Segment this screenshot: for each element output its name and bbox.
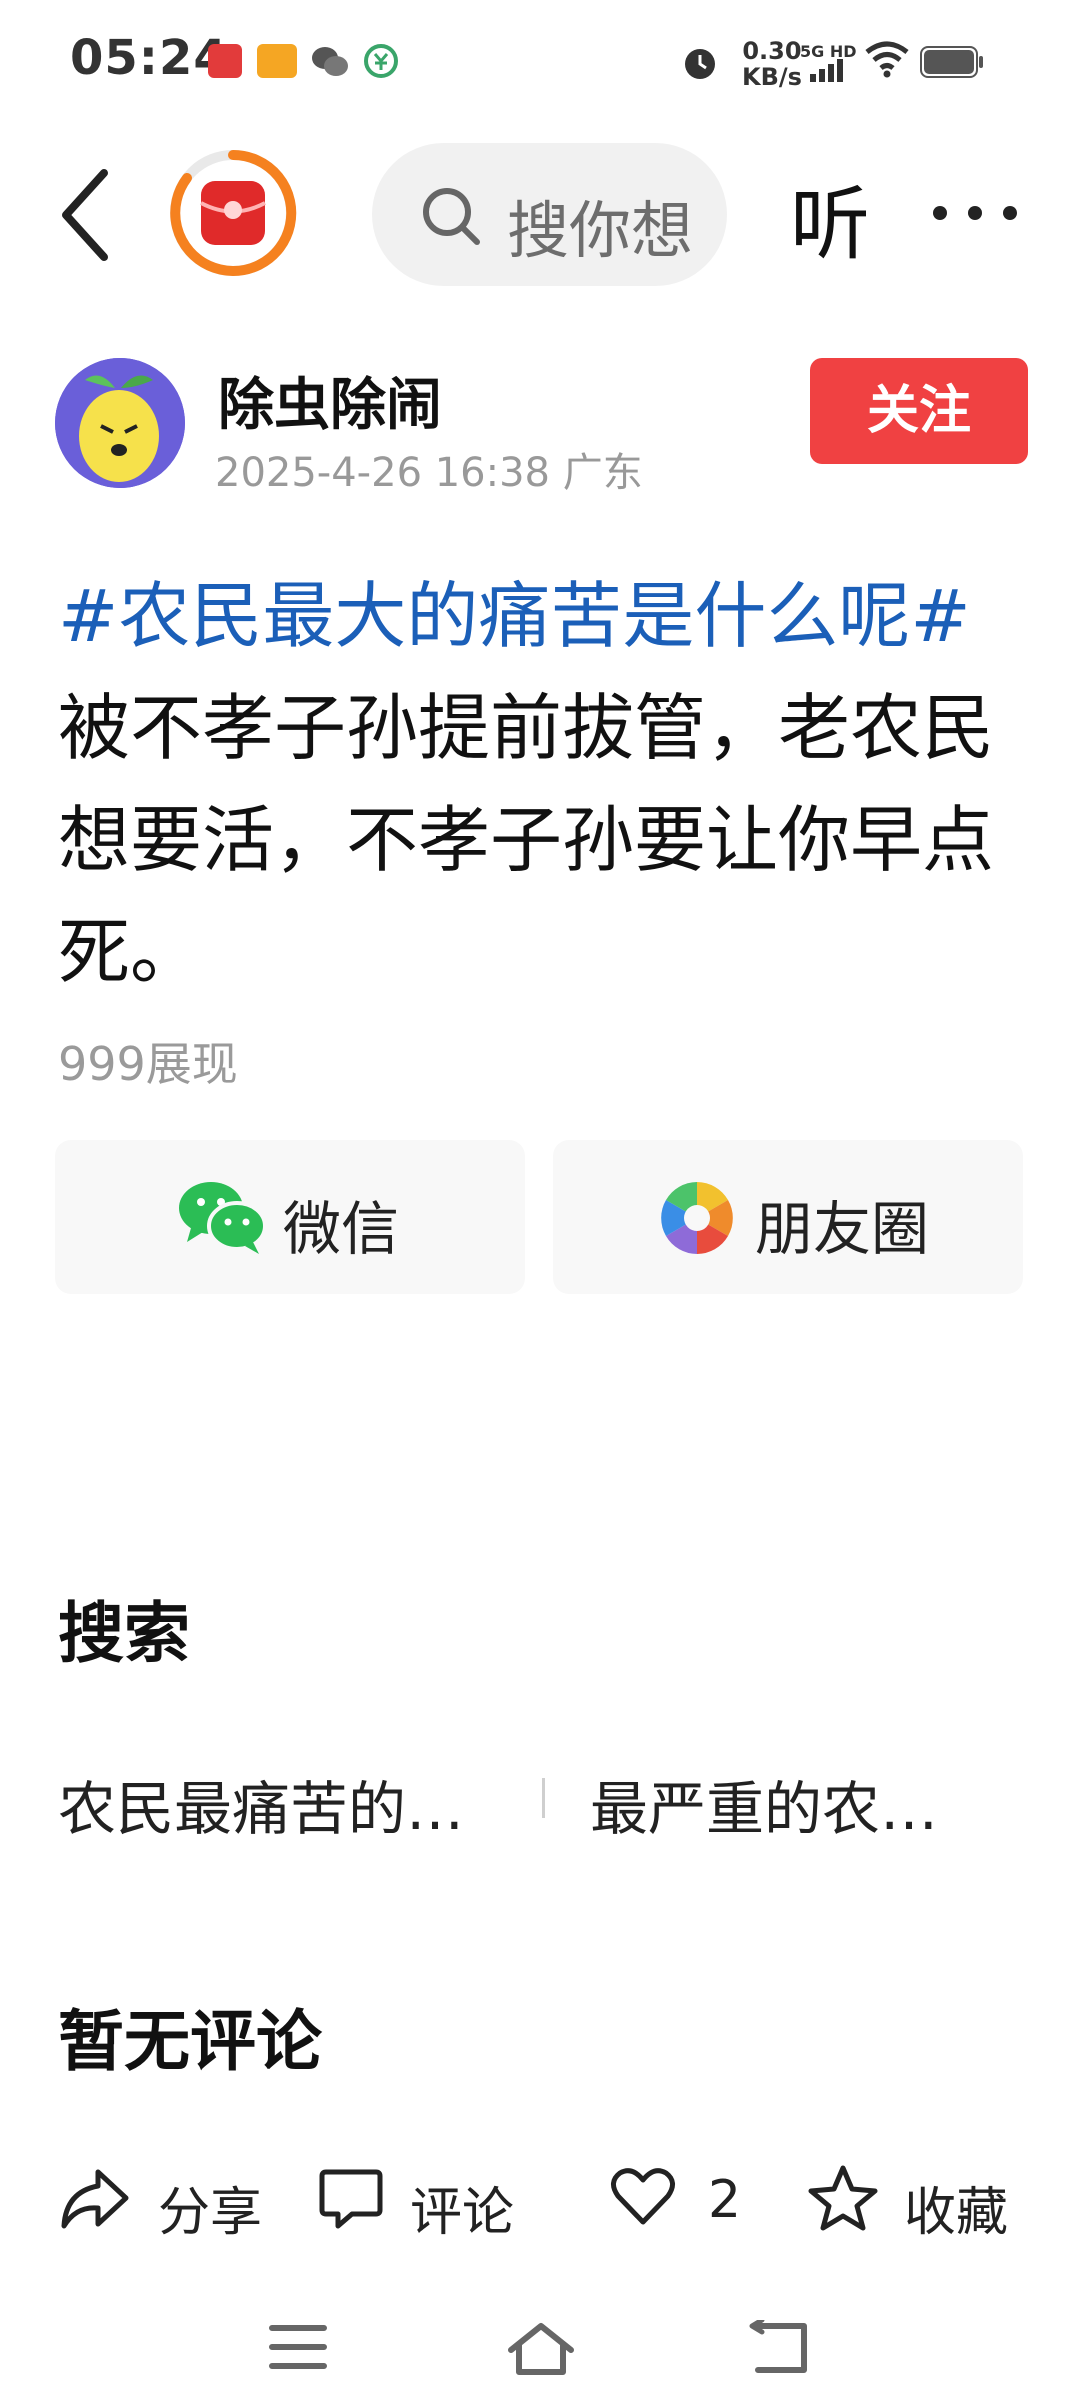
- menu-icon[interactable]: [268, 2320, 328, 2374]
- favorite-button[interactable]: 收藏: [808, 2160, 1028, 2243]
- heart-icon: [611, 2168, 675, 2225]
- like-button[interactable]: 2: [610, 2160, 760, 2240]
- search-suggestion[interactable]: 农民最痛苦的…: [58, 1762, 464, 1846]
- net-speed-value: 0.30: [742, 37, 802, 65]
- share-icon: [61, 2169, 129, 2229]
- search-section-title: 搜索: [58, 1595, 190, 1672]
- wechat-icon: [312, 47, 348, 76]
- like-count: 2: [708, 2170, 742, 2230]
- star-icon: [808, 2165, 878, 2231]
- comment-label: 评论: [410, 2183, 515, 2243]
- app-logo-icon[interactable]: [168, 148, 298, 278]
- post-meta: 2025-4-26 16:38 广东: [215, 450, 643, 496]
- search-input[interactable]: 搜你想: [372, 143, 727, 286]
- share-wechat-label: 微信: [283, 1195, 400, 1263]
- net-speed-unit: KB/s: [742, 63, 802, 91]
- more-icon[interactable]: [930, 168, 1020, 258]
- back-nav-icon[interactable]: [748, 2320, 812, 2376]
- battery-icon: [920, 46, 983, 78]
- toutiao-icon: [208, 44, 242, 78]
- signal-icon: [810, 59, 843, 82]
- wifi-icon: [865, 41, 909, 78]
- share-wechat-button[interactable]: 微信: [55, 1140, 525, 1294]
- video-app-icon: [257, 44, 297, 78]
- post-content: #农民最大的痛苦是什么呢# 被不孝子孙提前拔管，老农民想要活，不孝子孙要让你早点…: [58, 560, 1038, 1008]
- share-button[interactable]: 分享: [58, 2160, 278, 2243]
- post-hashtag[interactable]: #农民最大的痛苦是什么呢#: [58, 574, 971, 658]
- comment-button[interactable]: 评论: [318, 2160, 538, 2243]
- wechat-icon: [179, 1182, 267, 1254]
- comments-empty-title: 暂无评论: [58, 2003, 322, 2080]
- share-moments-label: 朋友圈: [755, 1195, 930, 1263]
- moments-icon: [661, 1182, 733, 1254]
- search-icon: [423, 188, 480, 245]
- suggestion-divider: [542, 1778, 545, 1818]
- back-icon[interactable]: [52, 165, 122, 265]
- status-time: 05:24: [70, 30, 228, 86]
- net-speed: 0.30 KB/s: [742, 38, 802, 90]
- payment-icon: [364, 44, 398, 78]
- favorite-label: 收藏: [904, 2183, 1009, 2243]
- comment-icon: [319, 2169, 383, 2229]
- listen-button[interactable]: 听: [790, 160, 870, 276]
- search-suggestion[interactable]: 最严重的农…: [590, 1762, 938, 1846]
- author-name[interactable]: 除虫除闹: [218, 360, 442, 441]
- view-count: 999展现: [58, 1037, 238, 1091]
- home-icon[interactable]: [505, 2320, 577, 2378]
- post-body: 被不孝子孙提前拔管，老农民想要活，不孝子孙要让你早点死。: [58, 686, 995, 994]
- share-label: 分享: [158, 2183, 263, 2243]
- share-moments-button[interactable]: 朋友圈: [553, 1140, 1023, 1294]
- search-placeholder: 搜你想: [507, 194, 694, 267]
- author-avatar[interactable]: [55, 358, 185, 488]
- follow-button[interactable]: 关注: [810, 358, 1028, 464]
- alarm-icon: [685, 49, 715, 79]
